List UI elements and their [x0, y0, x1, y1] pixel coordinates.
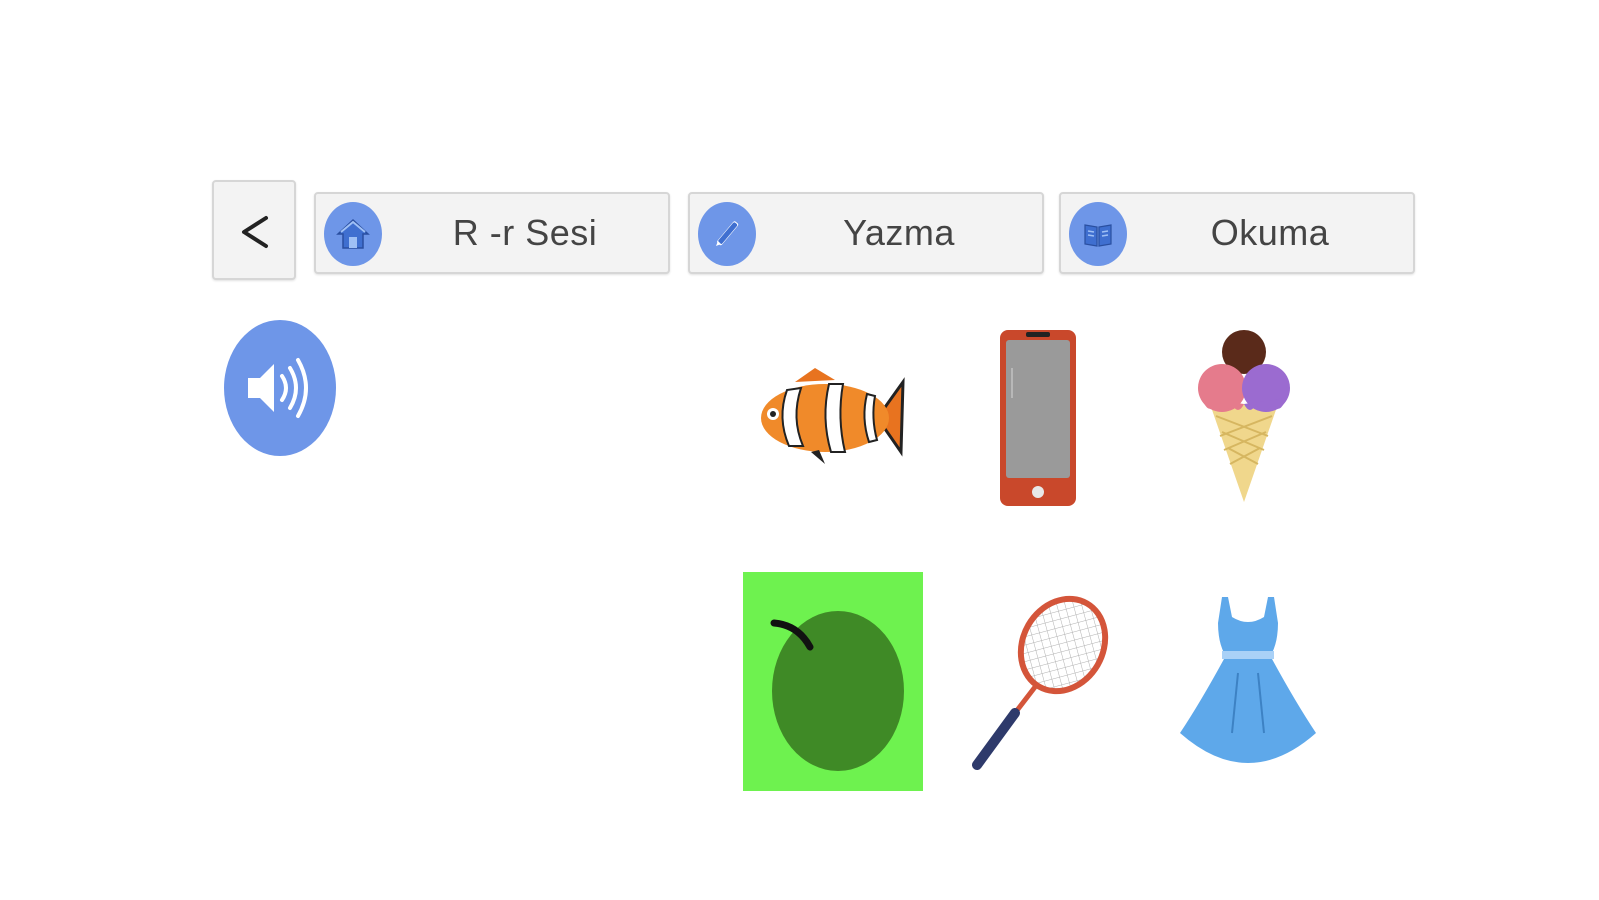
- nav-button-sound[interactable]: R -r Sesi: [314, 192, 670, 274]
- pencil-icon: [698, 202, 756, 266]
- nav-button-label: Yazma: [843, 212, 955, 253]
- nav-button-reading[interactable]: Okuma: [1059, 192, 1415, 274]
- green-fruit-icon: [770, 611, 904, 771]
- choice-racket[interactable]: [960, 595, 1115, 775]
- back-button[interactable]: [212, 180, 296, 280]
- choice-fish[interactable]: [750, 350, 910, 480]
- choice-fruit-selected[interactable]: [743, 572, 923, 791]
- dress-icon: [1179, 596, 1316, 763]
- nav-button-label: R -r Sesi: [452, 212, 598, 253]
- speaker-icon: [248, 358, 308, 418]
- choice-ice-cream[interactable]: [1190, 325, 1298, 505]
- book-icon: [1069, 202, 1127, 266]
- tennis-racket-icon: [971, 595, 1108, 770]
- smartphone-icon: [1000, 329, 1076, 506]
- ice-cream-cone-icon: [1198, 330, 1290, 502]
- nav-button-label: Okuma: [1210, 212, 1330, 253]
- nav-button-writing[interactable]: Yazma: [688, 192, 1044, 274]
- choice-dress[interactable]: [1175, 590, 1320, 775]
- chevron-left-icon: [242, 216, 268, 248]
- choice-phone[interactable]: [990, 325, 1086, 510]
- home-icon: [324, 202, 382, 266]
- play-sound-button[interactable]: [224, 320, 336, 456]
- clownfish-icon: [761, 368, 905, 464]
